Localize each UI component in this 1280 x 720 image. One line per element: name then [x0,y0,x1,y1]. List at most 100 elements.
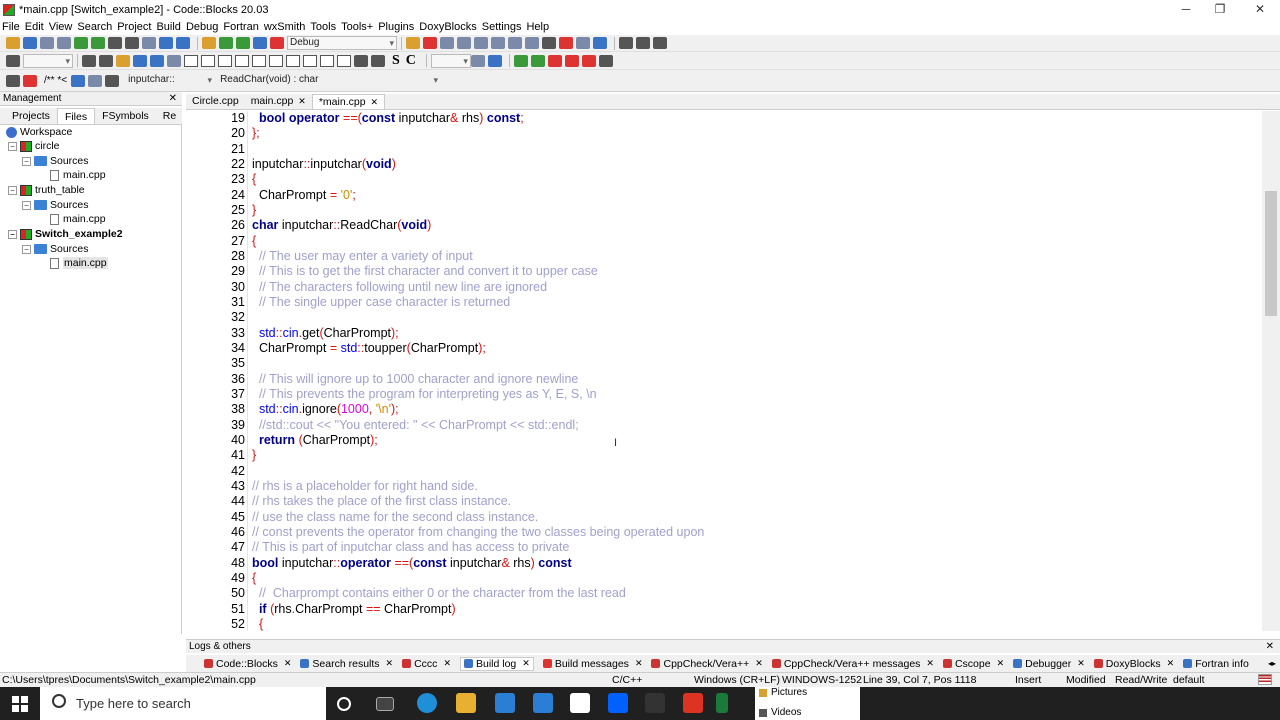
menu-doxyblocks[interactable]: DoxyBlocks [419,21,476,33]
editor-vertical-scrollbar[interactable] [1262,111,1280,631]
tab-build-log[interactable]: Build log ✕ [459,656,534,671]
highlight-icon[interactable] [116,54,130,67]
doxy-wizard-icon[interactable] [6,74,20,87]
wrench-icon[interactable] [487,54,502,67]
close-icon[interactable]: ✕ [386,658,394,669]
close-icon[interactable]: ✕ [1167,658,1175,669]
tree-project-truth-table[interactable]: − truth_table [8,183,85,197]
doxy-html-icon[interactable] [71,74,86,87]
tab-build-messages[interactable]: Build messages ✕ [542,658,643,670]
back-arrow-icon[interactable] [82,54,96,67]
shape-rect-icon[interactable] [184,54,198,67]
scope-select[interactable]: inputchar:: [126,73,215,88]
menu-build[interactable]: Build [156,21,180,33]
redo-icon[interactable] [91,37,105,49]
store-icon[interactable] [495,693,515,713]
close-icon[interactable]: ✕ [926,658,934,669]
menu-debug[interactable]: Debug [186,21,218,33]
menu-tools[interactable]: Tools [310,21,336,33]
stop-debugger-icon[interactable] [559,37,573,49]
close-icon[interactable]: ✕ [755,658,763,669]
find-combo[interactable] [430,53,471,68]
cortana-icon[interactable] [337,697,351,711]
replace-icon[interactable] [176,37,190,49]
collapse-icon[interactable]: − [8,141,17,151]
next-line-icon[interactable] [457,37,471,49]
minimize-icon[interactable]: ─ [1167,0,1205,19]
close-icon[interactable]: ✕ [1241,0,1279,19]
taskbar-search-box[interactable]: Type here to search [40,687,326,720]
step-into-icon[interactable] [474,37,488,49]
tree-folder[interactable]: − Sources [22,198,89,212]
tab-resources[interactable]: Re [156,108,183,124]
tab-debugger[interactable]: Debugger ✕ [1013,658,1085,670]
zoom-out-icon[interactable] [371,54,385,67]
menu-help[interactable]: Help [526,21,549,33]
jump-forward-icon[interactable] [653,37,667,49]
shape-decision-icon[interactable] [235,54,249,67]
prev-bookmark-icon[interactable] [513,54,528,67]
menu-project[interactable]: Project [117,21,151,33]
close-icon[interactable]: ✕ [298,94,306,109]
editor-tab-active[interactable]: *main.cpp ✕ [311,94,386,110]
debug-windows-icon[interactable] [576,37,590,49]
forward-arrow-icon[interactable] [99,54,113,67]
rebuild-icon[interactable] [253,37,267,49]
collapse-icon[interactable]: − [8,185,17,195]
copy-icon[interactable] [125,37,139,49]
close-icon[interactable]: ✕ [1077,658,1085,669]
break-debugger-icon[interactable] [542,37,556,49]
various-info-icon[interactable] [593,37,607,49]
c-button[interactable]: C [406,53,416,69]
tree-folder[interactable]: − Sources [22,154,89,168]
menu-tools-plus[interactable]: Tools+ [341,21,373,33]
step-instruction-icon[interactable] [525,37,539,49]
management-close-icon[interactable]: ✕ [169,92,177,106]
shape-io-icon[interactable] [252,54,266,67]
undo-icon[interactable] [74,37,88,49]
menu-edit[interactable]: Edit [25,21,44,33]
search-icon[interactable] [470,54,485,67]
close-icon[interactable]: ✕ [371,95,379,110]
new-file-icon[interactable] [6,37,20,49]
build-run-icon[interactable] [236,37,250,49]
amazon-icon[interactable] [570,693,590,713]
zoom-in-icon[interactable] [354,54,368,67]
clear-bookmarks-icon[interactable] [598,54,613,67]
tab-cppcheck[interactable]: CppCheck/Vera++ ✕ [651,658,763,670]
shape-link-icon[interactable] [320,54,334,67]
doxy-comment-label[interactable]: /** *< [44,75,67,86]
tree-workspace[interactable]: Workspace [6,125,72,139]
find-icon[interactable] [159,37,173,49]
tree-folder[interactable]: − Sources [22,242,89,256]
next-instruction-icon[interactable] [508,37,522,49]
dropbox-icon[interactable] [608,693,628,713]
tab-fortran-info[interactable]: Fortran info [1183,658,1249,670]
shape-break-icon[interactable] [337,54,351,67]
logs-close-icon[interactable]: ✕ [1266,640,1274,654]
tab-cppcheck-messages[interactable]: CppCheck/Vera++ messages ✕ [771,658,934,670]
task-view-icon[interactable] [376,697,394,711]
tab-files[interactable]: Files [56,108,96,124]
tab-scroll-icon[interactable]: ◂▸ [1268,659,1276,668]
code-editor[interactable]: 19 20 21 22 23 24 25 26 27 28 29 30 31 32 33 34 35 36 37 38… [186,111,1262,631]
bookmark-next-icon[interactable] [581,54,596,67]
close-icon[interactable]: ✕ [635,658,643,669]
tree-file[interactable]: main.cpp [50,168,106,182]
menu-fortran[interactable]: Fortran [223,21,258,33]
clear-icon[interactable] [6,54,20,67]
close-icon[interactable]: ✕ [997,658,1005,669]
tree-file-selected[interactable]: main.cpp [50,256,108,270]
close-icon[interactable]: ✕ [522,658,530,669]
shape-frame-icon[interactable] [201,54,215,67]
shape-arrow-icon[interactable] [303,54,317,67]
tab-fsymbols[interactable]: FSymbols [95,108,156,124]
paste-icon[interactable] [142,37,156,49]
toggle-bookmark-icon[interactable] [547,54,562,67]
close-icon[interactable]: ✕ [284,658,292,669]
file-explorer-icon[interactable] [456,693,476,713]
abort-icon[interactable] [270,37,284,49]
menu-search[interactable]: Search [77,21,112,33]
regex-icon[interactable] [150,54,164,67]
doxy-extract-icon[interactable] [23,74,37,87]
